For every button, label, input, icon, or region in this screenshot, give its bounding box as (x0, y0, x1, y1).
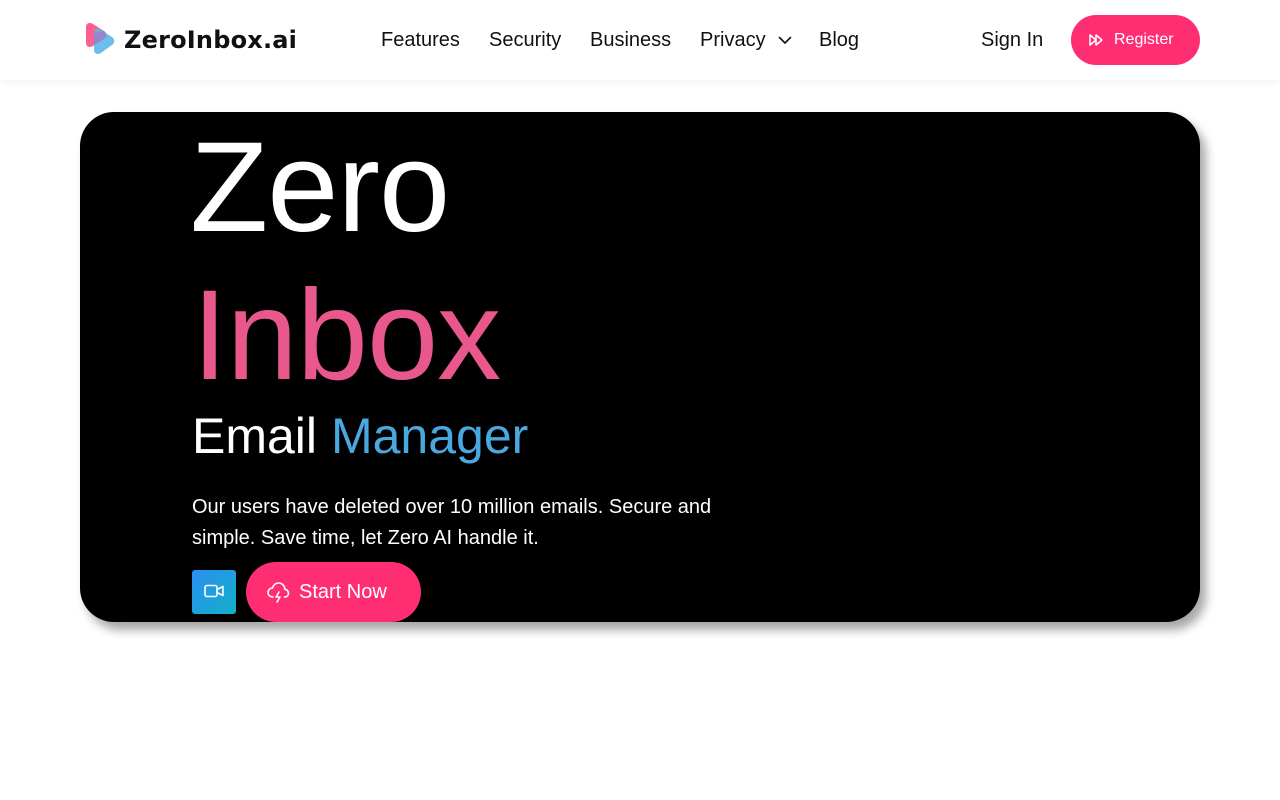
register-label: Register (1114, 31, 1174, 48)
hero-subtitle-accent: Manager (330, 408, 529, 464)
hero-subtitle-plain: Email (192, 408, 318, 464)
video-button[interactable] (192, 570, 236, 614)
logo-icon (84, 21, 118, 59)
register-button[interactable]: Register (1071, 15, 1200, 65)
nav-item-features[interactable]: Features (381, 28, 460, 52)
fast-forward-icon (1088, 32, 1104, 48)
start-now-button[interactable]: Start Now (246, 562, 421, 622)
sign-in-link[interactable]: Sign In (981, 28, 1043, 52)
logo-link[interactable]: ZeroInbox.ai (84, 20, 297, 60)
video-camera-icon (203, 580, 225, 605)
hero-title-zero: Zero (190, 116, 450, 259)
nav-item-blog[interactable]: Blog (819, 28, 859, 52)
site-header: ZeroInbox.ai Features Security Business … (0, 0, 1280, 80)
hero-description: Our users have deleted over 10 million e… (192, 496, 712, 549)
chevron-down-icon (776, 31, 794, 49)
nav-item-privacy-label: Privacy (700, 29, 766, 51)
start-now-label: Start Now (299, 580, 387, 603)
nav-item-privacy[interactable]: Privacy (700, 28, 794, 52)
nav-item-security[interactable]: Security (489, 28, 561, 52)
hero-section: Zero Inbox Email Manager Our users have … (80, 112, 1200, 622)
nav-item-business[interactable]: Business (590, 28, 671, 52)
hero-title-inbox: Inbox (192, 264, 501, 407)
logo-text: ZeroInbox.ai (124, 26, 298, 54)
cloud-lightning-icon (266, 580, 290, 604)
hero-subtitle: Email Manager (192, 406, 528, 466)
